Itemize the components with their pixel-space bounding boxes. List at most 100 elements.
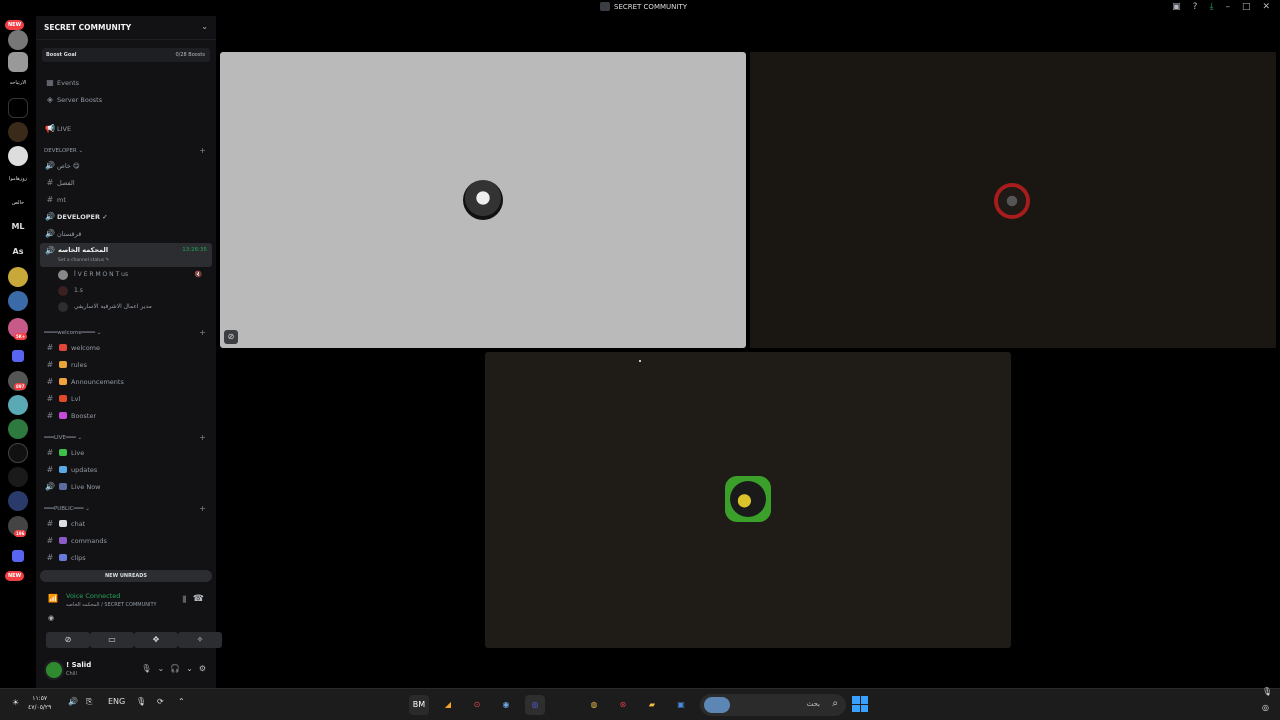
microphone-icon[interactable]: 🎙	[141, 664, 151, 673]
channel-item[interactable]: # updates	[40, 462, 212, 477]
channel-item[interactable]: # clips	[40, 550, 212, 565]
boost-goal-bar[interactable]: Boost Goal 0/28 Boosts	[42, 48, 210, 62]
app-icon[interactable]: ⊛	[613, 695, 633, 715]
sync-icon[interactable]: ⟳	[157, 697, 164, 706]
add-channel-icon[interactable]: +	[199, 328, 206, 338]
server-icon[interactable]	[8, 98, 28, 118]
category-welcome[interactable]: ━━━━ welcome ━━━━ ⌄ +	[44, 328, 210, 338]
participant-tile[interactable]	[750, 52, 1276, 348]
username[interactable]: ! Salid	[66, 661, 91, 669]
channel-item[interactable]: # Lvl	[40, 391, 212, 406]
category-public[interactable]: ━━━ PUBLIC ━━━ ⌄ +	[44, 504, 210, 514]
add-channel-icon[interactable]: +	[199, 146, 206, 156]
app-icon[interactable]: ◢	[438, 695, 458, 715]
server-label[interactable]: الارتياحه	[4, 80, 32, 86]
participant-tile[interactable]: ⊘	[220, 52, 746, 348]
app-icon[interactable]: ▣	[671, 695, 691, 715]
channel-item[interactable]: # الفصل	[40, 175, 212, 190]
channel-item[interactable]: # commands	[40, 533, 212, 548]
server-label[interactable]: زوزهاموا	[4, 176, 32, 182]
new-badge[interactable]: NEW	[5, 571, 25, 581]
activities-button[interactable]: ✥	[134, 632, 178, 648]
help-icon[interactable]: ?	[1193, 2, 1198, 12]
gear-icon[interactable]: ⚙	[199, 664, 206, 673]
microphone-icon[interactable]: 🎙	[1262, 687, 1272, 696]
app-icon[interactable]: BM	[409, 695, 429, 715]
new-unreads-button[interactable]: NEW UNREADS	[40, 570, 212, 582]
server-icon[interactable]	[8, 395, 28, 415]
events-item[interactable]: ▦ Events	[40, 75, 212, 90]
voice-user[interactable]: 1.s	[58, 283, 208, 298]
folder-icon[interactable]	[12, 550, 24, 562]
channel-status-prompt[interactable]: Set a channel status ✎	[58, 258, 109, 263]
channel-item[interactable]: # welcome	[40, 340, 212, 355]
add-channel-icon[interactable]: +	[199, 504, 206, 514]
voice-user[interactable]: ꟾ V E R M O N T us 🔇	[58, 267, 208, 282]
server-icon[interactable]	[8, 267, 28, 287]
channel-item[interactable]: 🔊 خاص 😋	[40, 158, 212, 173]
discord-icon[interactable]: ◎	[525, 695, 545, 715]
channel-item[interactable]: # chat	[40, 516, 212, 531]
server-icon[interactable]	[8, 30, 28, 50]
channel-item[interactable]: 🔊 DEVELOPER ✓	[40, 209, 212, 224]
taskbar-search[interactable]: بحث ⌕	[700, 694, 846, 716]
channel-item[interactable]: # Announcements	[40, 374, 212, 389]
channel-item[interactable]: 🔊 Live Now	[40, 479, 212, 494]
signal-icon[interactable]: 📶	[48, 594, 58, 603]
server-label[interactable]: ML	[4, 222, 32, 231]
server-label[interactable]: As	[4, 247, 32, 256]
folder-icon[interactable]	[12, 350, 24, 362]
microphone-icon[interactable]: 🎙	[136, 697, 146, 706]
taskbar-clock[interactable]: ١١:٥٧ ٤٧/٠٥/٢٩	[28, 694, 51, 712]
channel-item[interactable]: # rules	[40, 357, 212, 372]
category-developer[interactable]: DEVELOPER ⌄ +	[44, 146, 210, 156]
server-icon[interactable]	[8, 122, 28, 142]
active-voice-channel[interactable]: 🔊 المحكمه الخاصه Set a channel status ✎ …	[40, 243, 212, 267]
channel-item[interactable]: # mt	[40, 192, 212, 207]
windows-start-icon[interactable]	[852, 696, 868, 712]
participant-tile[interactable]	[485, 352, 1011, 648]
channel-item[interactable]: # Live	[40, 445, 212, 460]
volume-icon[interactable]: 🔊	[68, 697, 78, 706]
new-badge[interactable]: NEW	[5, 20, 25, 30]
soundboard-button[interactable]: ✧	[178, 632, 222, 648]
voice-status[interactable]: Voice Connected	[66, 592, 120, 600]
server-icon[interactable]	[8, 146, 28, 166]
language-indicator[interactable]: ENG	[108, 697, 125, 706]
server-icon[interactable]	[8, 467, 28, 487]
server-icon[interactable]	[8, 491, 28, 511]
disconnect-icon[interactable]: ☎	[193, 594, 204, 604]
camera-off-button[interactable]: ⊘	[46, 632, 90, 648]
target-icon[interactable]: ◎	[1262, 703, 1269, 712]
inbox-icon[interactable]: ▣	[1172, 2, 1181, 12]
minimize-button[interactable]: –	[1225, 2, 1230, 12]
weather-icon[interactable]: ☀	[12, 698, 19, 707]
server-boosts-item[interactable]: ◈ Server Boosts	[40, 92, 212, 107]
chevron-down-icon[interactable]: ⌄	[157, 664, 164, 673]
app-icon[interactable]: ⊙	[467, 695, 487, 715]
server-icon[interactable]	[8, 419, 28, 439]
avatar[interactable]	[44, 660, 64, 680]
noise-suppression-icon[interactable]: ⫼	[182, 595, 186, 605]
maximize-button[interactable]: □	[1242, 2, 1251, 12]
channel-item[interactable]: 🔊 قرقستان	[40, 226, 212, 241]
headphones-icon[interactable]: 🎧	[170, 664, 180, 673]
add-channel-icon[interactable]: +	[199, 433, 206, 443]
download-icon[interactable]: ⤓	[1209, 2, 1213, 12]
server-icon[interactable]	[8, 443, 28, 463]
category-live[interactable]: ━━━ LIVE ━━━ ⌄ +	[44, 433, 210, 443]
network-icon[interactable]: ⎘	[86, 697, 92, 707]
chrome-icon[interactable]: ◍	[584, 695, 604, 715]
server-icon[interactable]	[8, 291, 28, 311]
server-icon[interactable]	[8, 52, 28, 72]
close-button[interactable]: ✕	[1262, 2, 1270, 12]
folder-icon[interactable]: ▰	[642, 695, 662, 715]
chevron-up-icon[interactable]: ⌃	[178, 697, 185, 706]
server-header[interactable]: SECRET COMMUNITY ⌄	[36, 16, 216, 40]
steam-icon[interactable]: ◉	[496, 695, 516, 715]
channel-item[interactable]: # Booster	[40, 408, 212, 423]
chevron-down-icon[interactable]: ⌄	[186, 664, 193, 673]
server-label[interactable]: خالص	[4, 200, 32, 206]
screen-share-button[interactable]: ▭	[90, 632, 134, 648]
voice-user[interactable]: مدير اعمال الاشرفيه الاساريفي	[58, 299, 208, 314]
